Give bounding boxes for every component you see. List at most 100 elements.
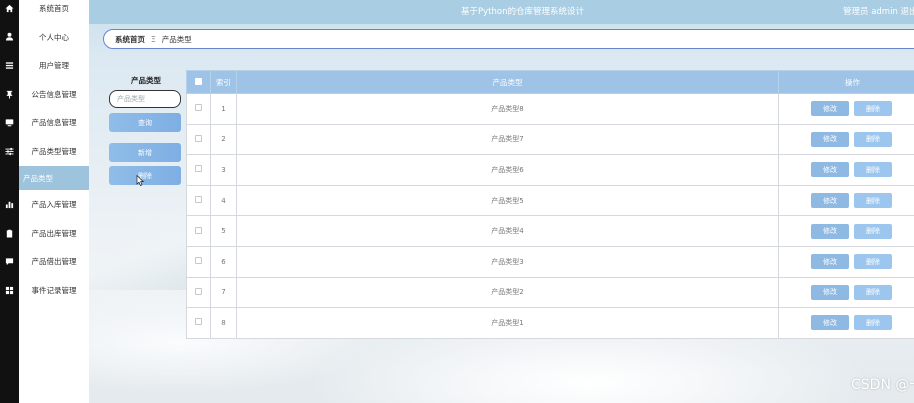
row-select-cell[interactable] [186,245,211,278]
icon-rail [0,0,19,403]
delete-button[interactable]: 删除 [854,162,892,178]
menu-item-product-type-mgmt[interactable]: 产品类型管理 [19,139,89,163]
column-actions: 操作 [778,70,914,94]
column-type: 产品类型 [236,70,779,94]
row-checkbox[interactable] [195,165,202,173]
row-actions: 修改 删除 [778,276,914,309]
table-row: 1 产品类型8 修改 删除 [186,93,914,125]
row-select-cell[interactable] [186,93,211,125]
menu-item-notices[interactable]: 公告信息管理 [19,82,89,106]
row-actions-group: 修改 删除 [779,155,914,185]
row-actions: 修改 删除 [778,123,914,156]
table-row: 4 产品类型5 修改 删除 [186,184,914,217]
chat-icon[interactable] [0,247,19,276]
batch-delete-button[interactable]: 删除 [109,166,181,185]
row-type: 产品类型4 [236,215,779,247]
add-button[interactable]: 新增 [109,143,181,162]
row-index: 2 [210,123,237,156]
row-checkbox[interactable] [195,104,202,112]
row-actions: 修改 删除 [778,215,914,247]
row-checkbox[interactable] [195,318,202,326]
edit-button[interactable]: 修改 [811,162,849,178]
edit-button[interactable]: 修改 [811,254,849,270]
menu-item-profile[interactable]: 个人中心 [19,25,89,49]
grid-icon[interactable] [0,276,19,305]
edit-button[interactable]: 修改 [811,284,849,300]
edit-button[interactable]: 修改 [811,315,849,331]
clipboard-icon[interactable] [0,219,19,248]
pin-icon[interactable] [0,80,19,109]
breadcrumb-separator: Ξ [151,34,156,44]
row-select-cell[interactable] [186,123,211,156]
row-actions-group: 修改 删除 [779,216,914,246]
breadcrumb: 系统首页 Ξ 产品类型 [103,29,914,49]
delete-button[interactable]: 删除 [854,101,892,117]
row-index: 3 [210,154,237,186]
select-all-cell[interactable] [186,70,211,94]
row-index: 5 [210,215,237,247]
row-type: 产品类型5 [236,184,779,217]
bar-chart-icon[interactable] [0,190,19,219]
sliders-icon[interactable] [0,137,19,166]
table-row: 5 产品类型4 修改 删除 [186,215,914,247]
edit-button[interactable]: 修改 [811,131,849,147]
delete-button[interactable]: 删除 [854,284,892,300]
row-checkbox[interactable] [195,196,202,204]
list-icon[interactable] [0,51,19,80]
table-row: 8 产品类型1 修改 删除 [186,307,914,339]
row-actions: 修改 删除 [778,93,914,125]
row-actions: 修改 删除 [778,184,914,217]
row-index: 8 [210,307,237,339]
row-select-cell[interactable] [186,184,211,217]
delete-button[interactable]: 删除 [854,254,892,270]
menu-item-stock-in[interactable]: 产品入库管理 [19,192,89,216]
column-index: 索引 [210,70,237,94]
menu-item-users[interactable]: 用户管理 [19,53,89,77]
row-checkbox[interactable] [195,226,202,234]
search-input[interactable] [109,90,181,108]
breadcrumb-home[interactable]: 系统首页 [115,34,145,45]
edit-button[interactable]: 修改 [811,101,849,117]
row-checkbox[interactable] [195,134,202,142]
delete-button[interactable]: 删除 [854,193,892,209]
row-index: 6 [210,245,237,278]
delete-button[interactable]: 删除 [854,131,892,147]
row-actions-group: 修改 删除 [779,278,914,308]
search-label: 产品类型 [131,76,161,85]
row-actions-group: 修改 删除 [779,94,914,124]
menu-item-lending[interactable]: 产品借出管理 [19,249,89,273]
menu-item-stock-out[interactable]: 产品出库管理 [19,221,89,245]
product-type-table: 索引 产品类型 操作 1 产品类型8 修改 删除 2 产品类型7 修改 删除 3 产品类型6 修改删… [186,70,914,339]
menu-item-home[interactable]: 系统首页 [19,0,89,20]
watermark: CSDN @一点毕设 [851,377,914,393]
select-all-checkbox[interactable] [195,77,202,85]
delete-button[interactable]: 删除 [854,223,892,239]
row-type: 产品类型6 [236,154,779,186]
submenu-item-product-type[interactable]: 产品类型 [19,166,89,190]
row-select-cell[interactable] [186,154,211,186]
row-index: 1 [210,93,237,125]
row-actions-group: 修改 删除 [779,186,914,216]
edit-button[interactable]: 修改 [811,193,849,209]
menu-item-event-log[interactable]: 事件记录管理 [19,278,89,302]
row-select-cell[interactable] [186,215,211,247]
row-type: 产品类型8 [236,93,779,125]
row-checkbox[interactable] [195,257,202,265]
monitor-icon[interactable] [0,108,19,137]
row-actions: 修改 删除 [778,154,914,186]
row-type: 产品类型7 [236,123,779,156]
main-area: 基于Python的仓库管理系统设计 管理员 admin 退出 系统首页 Ξ 产品… [89,0,914,403]
row-checkbox[interactable] [195,287,202,295]
sidebar-menu: 系统首页 个人中心 用户管理 公告信息管理 产品信息管理 产品类型管理 产品类型… [19,0,89,403]
row-select-cell[interactable] [186,307,211,339]
user-logout[interactable]: 管理员 admin 退出 [843,5,914,17]
query-button[interactable]: 查询 [109,113,181,132]
home-icon[interactable] [0,0,19,23]
user-icon[interactable] [0,22,19,51]
row-type: 产品类型1 [236,307,779,339]
row-select-cell[interactable] [186,276,211,309]
row-actions: 修改 删除 [778,245,914,278]
delete-button[interactable]: 删除 [854,315,892,331]
menu-item-product-info[interactable]: 产品信息管理 [19,110,89,134]
edit-button[interactable]: 修改 [811,223,849,239]
